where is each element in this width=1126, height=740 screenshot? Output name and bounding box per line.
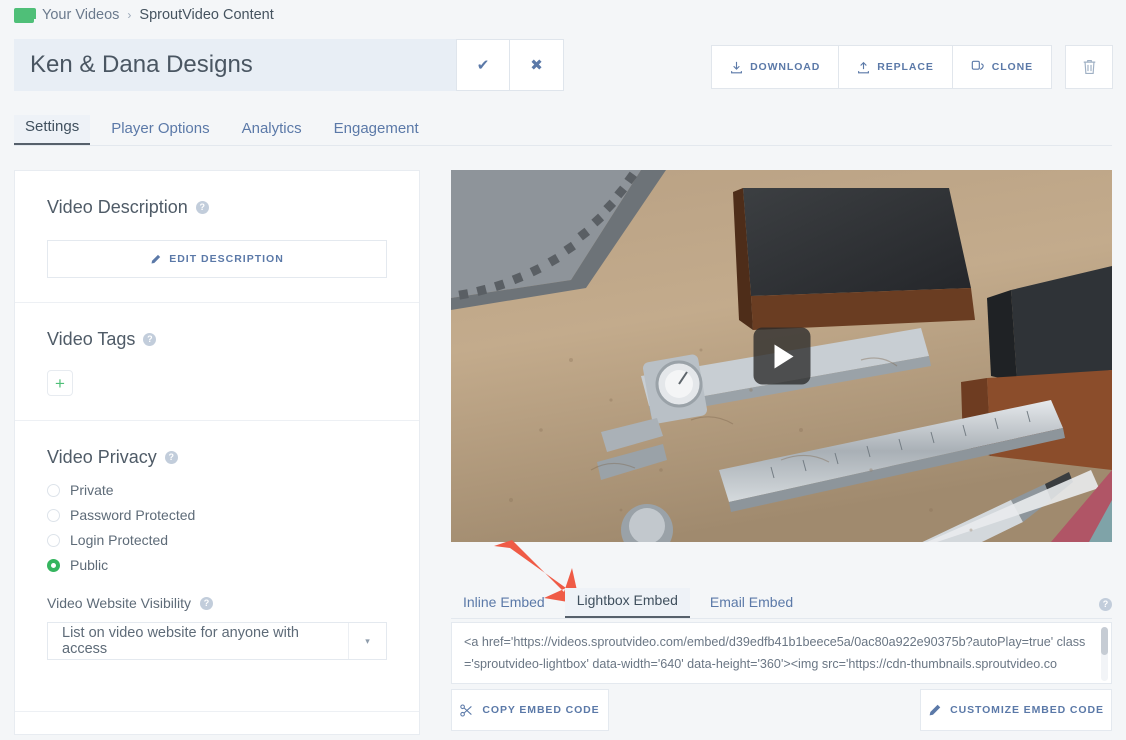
clone-label: CLONE bbox=[991, 61, 1033, 73]
tab-inline-embed-label: Inline Embed bbox=[463, 594, 545, 610]
download-button[interactable]: DOWNLOAD bbox=[711, 45, 839, 89]
tab-player-options-label: Player Options bbox=[111, 120, 210, 137]
main-tabs: Settings Player Options Analytics Engage… bbox=[14, 113, 1112, 146]
video-preview[interactable] bbox=[451, 170, 1112, 542]
embed-code-box[interactable]: <a href='https://videos.sproutvideo.com/… bbox=[451, 622, 1112, 684]
help-icon[interactable]: ? bbox=[164, 451, 178, 464]
tab-engagement-label: Engagement bbox=[333, 120, 419, 137]
breadcrumb-separator: › bbox=[127, 8, 132, 22]
embed-code-scrollbar[interactable] bbox=[1101, 627, 1108, 681]
video-title-input[interactable] bbox=[14, 39, 456, 91]
play-button[interactable] bbox=[753, 327, 810, 385]
video-description-label: Video Description bbox=[47, 197, 188, 217]
radio-indicator bbox=[47, 483, 60, 497]
clone-button[interactable]: CLONE bbox=[951, 45, 1052, 89]
video-privacy-label: Video Privacy bbox=[47, 447, 157, 467]
privacy-radio-group: Private Password Protected Login Protect… bbox=[47, 482, 387, 573]
close-icon: ✖ bbox=[530, 57, 543, 74]
folder-icon bbox=[14, 7, 36, 23]
video-description-section: Video Description ? EDIT DESCRIPTION bbox=[15, 171, 419, 302]
scrollbar-thumb[interactable] bbox=[1101, 627, 1108, 655]
customize-embed-code-label: CUSTOMIZE EMBED CODE bbox=[950, 704, 1104, 716]
replace-label: REPLACE bbox=[877, 61, 934, 73]
breadcrumb: Your Videos › SproutVideo Content bbox=[14, 7, 274, 23]
tab-settings-label: Settings bbox=[25, 118, 80, 135]
check-icon: ✔ bbox=[476, 57, 490, 74]
radio-password-protected-label: Password Protected bbox=[70, 507, 196, 523]
help-icon[interactable]: ? bbox=[143, 333, 157, 346]
video-tags-title: Video Tags ? bbox=[47, 329, 387, 350]
video-tags-section: Video Tags ? + bbox=[15, 302, 419, 420]
scissors-icon bbox=[460, 703, 473, 717]
customize-embed-code-button[interactable]: CUSTOMIZE EMBED CODE bbox=[920, 689, 1112, 731]
settings-panel: Video Description ? EDIT DESCRIPTION Vid… bbox=[14, 170, 420, 735]
video-description-title: Video Description ? bbox=[47, 197, 387, 218]
embed-code-text[interactable]: <a href='https://videos.sproutvideo.com/… bbox=[452, 623, 1111, 683]
copy-embed-code-button[interactable]: COPY EMBED CODE bbox=[451, 689, 609, 731]
video-actions-toolbar: DOWNLOAD REPLACE CLONE bbox=[711, 45, 1113, 89]
tab-lightbox-embed-label: Lightbox Embed bbox=[576, 592, 678, 608]
upload-icon bbox=[858, 61, 870, 73]
copy-embed-code-label: COPY EMBED CODE bbox=[482, 704, 600, 716]
video-privacy-section: Video Privacy ? Private Password Protect… bbox=[15, 420, 419, 684]
app-page: Your Videos › SproutVideo Content ✔ ✖ DO… bbox=[0, 0, 1126, 740]
tab-analytics-label: Analytics bbox=[241, 120, 302, 137]
panel-divider bbox=[15, 711, 419, 712]
embed-actions: COPY EMBED CODE CUSTOMIZE EMBED CODE bbox=[451, 689, 1112, 731]
edit-description-button[interactable]: EDIT DESCRIPTION bbox=[47, 240, 387, 278]
download-icon bbox=[731, 61, 743, 73]
video-tags-label: Video Tags bbox=[47, 329, 136, 349]
tab-email-embed-label: Email Embed bbox=[709, 594, 794, 610]
tab-email-embed[interactable]: Email Embed bbox=[698, 590, 805, 618]
tab-lightbox-embed[interactable]: Lightbox Embed bbox=[564, 588, 690, 618]
delete-button[interactable] bbox=[1065, 45, 1113, 89]
title-cancel-button[interactable]: ✖ bbox=[510, 39, 564, 91]
website-visibility-value: List on video website for anyone with ac… bbox=[62, 625, 299, 657]
help-icon[interactable]: ? bbox=[199, 596, 213, 610]
radio-private[interactable]: Private bbox=[47, 482, 387, 498]
tab-analytics[interactable]: Analytics bbox=[231, 117, 313, 145]
pencil-icon bbox=[151, 254, 161, 263]
clone-icon bbox=[971, 60, 984, 71]
title-edit-row: ✔ ✖ bbox=[14, 39, 564, 91]
radio-public[interactable]: Public bbox=[47, 557, 387, 573]
breadcrumb-root-link[interactable]: Your Videos bbox=[42, 7, 119, 23]
radio-indicator bbox=[47, 533, 60, 547]
pencil-icon bbox=[929, 704, 941, 715]
website-visibility-label-row: Video Website Visibility ? bbox=[47, 595, 387, 611]
add-tag-button[interactable]: + bbox=[47, 370, 73, 396]
breadcrumb-current[interactable]: SproutVideo Content bbox=[139, 7, 273, 23]
help-icon[interactable]: ? bbox=[1099, 598, 1112, 611]
tab-settings[interactable]: Settings bbox=[14, 115, 91, 145]
radio-password-protected[interactable]: Password Protected bbox=[47, 507, 387, 523]
website-visibility-select[interactable]: List on video website for anyone with ac… bbox=[47, 622, 387, 660]
plus-icon: + bbox=[55, 373, 65, 393]
download-label: DOWNLOAD bbox=[750, 61, 821, 73]
embed-tabs: Inline Embed Lightbox Embed Email Embed … bbox=[451, 586, 1112, 619]
radio-indicator bbox=[47, 508, 60, 522]
radio-private-label: Private bbox=[70, 482, 114, 498]
radio-login-protected-label: Login Protected bbox=[70, 532, 169, 548]
website-visibility-label: Video Website Visibility bbox=[47, 595, 191, 611]
chevron-down-icon: ▾ bbox=[348, 623, 386, 659]
title-confirm-button[interactable]: ✔ bbox=[456, 39, 510, 91]
tab-player-options[interactable]: Player Options bbox=[100, 117, 220, 145]
radio-indicator-selected bbox=[47, 558, 60, 572]
edit-description-label: EDIT DESCRIPTION bbox=[169, 253, 284, 265]
radio-login-protected[interactable]: Login Protected bbox=[47, 532, 387, 548]
video-privacy-title: Video Privacy ? bbox=[47, 447, 387, 468]
radio-public-label: Public bbox=[70, 557, 109, 573]
play-triangle-icon bbox=[774, 344, 794, 368]
tab-inline-embed[interactable]: Inline Embed bbox=[451, 590, 557, 618]
replace-button[interactable]: REPLACE bbox=[838, 45, 952, 89]
help-icon[interactable]: ? bbox=[195, 201, 209, 214]
trash-icon bbox=[1083, 60, 1095, 74]
tab-engagement[interactable]: Engagement bbox=[323, 117, 430, 145]
